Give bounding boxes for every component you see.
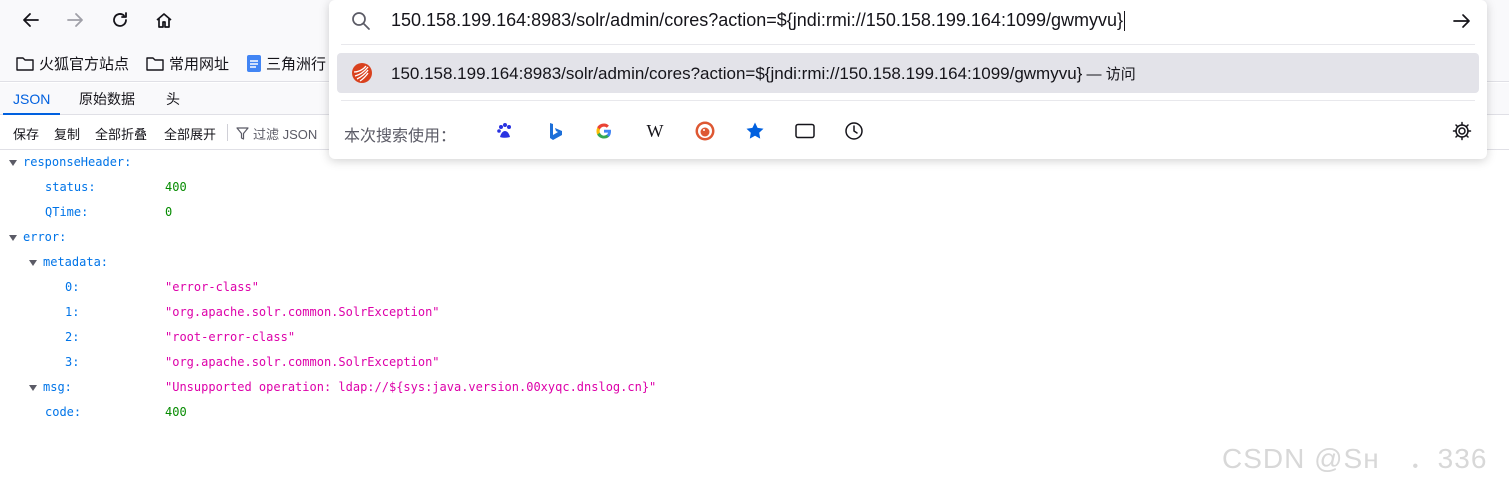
solr-favicon-icon: [352, 63, 372, 83]
copy-button[interactable]: 复制: [54, 124, 80, 143]
json-key: status:: [45, 180, 96, 194]
number-value: 0: [165, 205, 173, 219]
search-icon: [352, 12, 370, 30]
string-value: "Unsupported operation: ldap://${sys:jav…: [165, 380, 657, 394]
reload-icon: [113, 12, 127, 27]
bookmark-label: 三角洲行: [266, 55, 327, 73]
back-button[interactable]: [16, 5, 46, 35]
csdn-watermark: CSDN @Sн ．336: [1222, 443, 1488, 474]
folder-icon: [146, 56, 164, 71]
forward-button[interactable]: [60, 5, 90, 35]
doc-icon: [247, 54, 261, 72]
json-value: 400: [165, 400, 187, 425]
string-value: "org.apache.solr.common.SolrException": [165, 355, 440, 369]
tab-headers[interactable]: 头: [156, 83, 190, 115]
google-icon[interactable]: [592, 119, 616, 143]
tree-row[interactable]: metadata:: [29, 250, 108, 275]
suggestion-action: — 访问: [1082, 66, 1136, 83]
json-value: "Unsupported operation: ldap://${sys:jav…: [165, 375, 656, 400]
duckduckgo-icon[interactable]: [693, 119, 717, 143]
expand-toggle-icon: [29, 259, 37, 266]
string-value: "root-error-class": [165, 330, 296, 344]
save-button[interactable]: 保存: [13, 124, 39, 143]
tree-row[interactable]: 0:: [65, 275, 79, 300]
json-value: "error-class": [165, 275, 259, 300]
suggestion-url: 150.158.199.164:8983/solr/admin/cores?ac…: [391, 64, 1083, 83]
arrow-right-icon: [67, 13, 83, 27]
collapse-all-button[interactable]: 全部折叠: [95, 124, 147, 143]
search-engine-row: 本次搜索使用： W: [329, 108, 1487, 154]
filter-placeholder: 过滤 JSON: [253, 127, 318, 142]
toolbar-divider: [227, 124, 228, 141]
tree-row[interactable]: code:: [45, 400, 81, 425]
url-suggestion-row[interactable]: 150.158.199.164:8983/solr/admin/cores?ac…: [337, 53, 1479, 93]
text-caret: [1124, 11, 1126, 32]
expand-toggle-icon: [29, 384, 37, 391]
bookmark-item[interactable]: 火狐官方站点: [16, 52, 129, 74]
bookmark-item[interactable]: 三角洲行: [247, 52, 326, 74]
tab-raw-data[interactable]: 原始数据: [69, 83, 145, 115]
wikipedia-icon[interactable]: W: [643, 119, 667, 143]
tree-row[interactable]: error:: [9, 225, 66, 250]
string-value: "error-class": [165, 280, 259, 294]
json-key: responseHeader:: [23, 155, 132, 169]
json-key: 2:: [65, 330, 80, 344]
json-value: 400: [165, 175, 187, 200]
bing-icon[interactable]: [543, 119, 567, 143]
url-dropdown-panel: 150.158.199.164:8983/solr/admin/cores?ac…: [329, 0, 1487, 159]
baidu-icon[interactable]: [493, 119, 517, 143]
divider: [341, 44, 1475, 45]
expand-all-button[interactable]: 全部展开: [164, 124, 216, 143]
reload-button[interactable]: [105, 5, 135, 35]
json-key: error:: [23, 230, 67, 244]
json-value: "org.apache.solr.common.SolrException": [165, 300, 440, 325]
history-icon[interactable]: [842, 119, 866, 143]
suggestion-text: 150.158.199.164:8983/solr/admin/cores?ac…: [391, 63, 1136, 84]
bookmarks-icon[interactable]: [743, 119, 767, 143]
filter-json-input[interactable]: 过滤 JSON: [236, 124, 317, 143]
expand-toggle-icon: [9, 234, 17, 241]
json-key: 0:: [65, 280, 80, 294]
number-value: 400: [165, 405, 187, 419]
address-input[interactable]: 150.158.199.164:8983/solr/admin/cores?ac…: [391, 10, 1126, 32]
tree-row[interactable]: 2:: [65, 325, 79, 350]
tree-row[interactable]: responseHeader:: [9, 150, 131, 175]
json-key: 1:: [65, 305, 80, 319]
json-key: 3:: [65, 355, 80, 369]
home-icon: [156, 13, 172, 28]
json-value: 0: [165, 200, 172, 225]
expand-toggle-icon: [9, 159, 17, 166]
folder-icon: [16, 56, 34, 71]
tree-row[interactable]: 3:: [65, 350, 79, 375]
tabs-icon[interactable]: [793, 119, 817, 143]
json-key: QTime:: [45, 205, 89, 219]
filter-icon: [236, 127, 249, 140]
address-value: 150.158.199.164:8983/solr/admin/cores?ac…: [391, 10, 1124, 30]
address-bar[interactable]: 150.158.199.164:8983/solr/admin/cores?ac…: [329, 0, 1487, 42]
json-value: "org.apache.solr.common.SolrException": [165, 350, 440, 375]
tree-row[interactable]: msg:: [29, 375, 72, 400]
gear-icon[interactable]: [1450, 119, 1474, 143]
tree-row[interactable]: QTime:: [45, 200, 88, 225]
home-button[interactable]: [149, 5, 179, 35]
search-with-label: 本次搜索使用：: [344, 128, 457, 145]
json-key: code:: [45, 405, 82, 419]
json-key: msg:: [43, 380, 72, 394]
bookmark-label: 火狐官方站点: [39, 55, 130, 73]
arrow-left-icon: [23, 13, 39, 27]
go-arrow-icon[interactable]: [1452, 11, 1472, 31]
tab-json[interactable]: JSON: [3, 83, 61, 115]
tree-row[interactable]: 1:: [65, 300, 79, 325]
number-value: 400: [165, 180, 187, 194]
bookmark-item[interactable]: 常用网址: [146, 52, 229, 74]
json-key: metadata:: [43, 255, 109, 269]
divider: [341, 100, 1475, 101]
string-value: "org.apache.solr.common.SolrException": [165, 305, 440, 319]
tree-row[interactable]: status:: [45, 175, 96, 200]
bookmark-label: 常用网址: [169, 55, 230, 73]
json-value: "root-error-class": [165, 325, 295, 350]
